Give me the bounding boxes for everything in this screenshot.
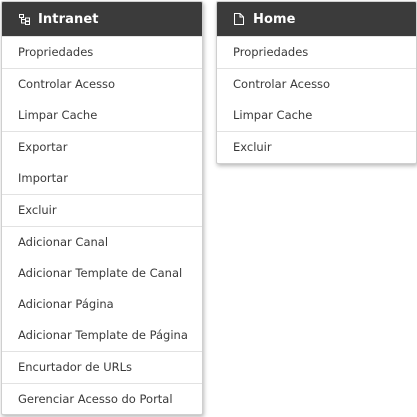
menu-group: Controlar Acesso Limpar Cache bbox=[2, 68, 202, 131]
intranet-context-menu: Intranet Propriedades Controlar Acesso L… bbox=[1, 1, 203, 415]
menu-group: Exportar Importar bbox=[2, 131, 202, 194]
menu-item-adicionar-canal[interactable]: Adicionar Canal bbox=[2, 227, 202, 258]
menu-item-encurtador-urls[interactable]: Encurtador de URLs bbox=[2, 352, 202, 383]
menu-group: Excluir bbox=[217, 131, 416, 163]
menu-group: Adicionar Canal Adicionar Template de Ca… bbox=[2, 226, 202, 351]
menu-item-excluir[interactable]: Excluir bbox=[2, 195, 202, 226]
menu-item-controlar-acesso[interactable]: Controlar Acesso bbox=[217, 69, 416, 100]
menu-group: Gerenciar Acesso do Portal bbox=[2, 383, 202, 414]
menu-item-adicionar-template-canal[interactable]: Adicionar Template de Canal bbox=[2, 258, 202, 289]
home-context-menu: Home Propriedades Controlar Acesso Limpa… bbox=[216, 1, 417, 164]
menu-group: Excluir bbox=[2, 194, 202, 226]
menu-item-importar[interactable]: Importar bbox=[2, 163, 202, 194]
intranet-menu-title: Intranet bbox=[38, 11, 99, 27]
menu-item-gerenciar-acesso-portal[interactable]: Gerenciar Acesso do Portal bbox=[2, 384, 202, 414]
menu-item-propriedades[interactable]: Propriedades bbox=[2, 37, 202, 68]
menu-group: Propriedades bbox=[217, 36, 416, 68]
menu-group: Propriedades bbox=[2, 36, 202, 68]
home-menu-header: Home bbox=[217, 2, 416, 36]
menu-item-controlar-acesso[interactable]: Controlar Acesso bbox=[2, 69, 202, 100]
menu-group: Encurtador de URLs bbox=[2, 351, 202, 383]
intranet-menu-header: Intranet bbox=[2, 2, 202, 36]
menu-item-adicionar-pagina[interactable]: Adicionar Página bbox=[2, 289, 202, 320]
menu-item-exportar[interactable]: Exportar bbox=[2, 132, 202, 163]
menu-group: Controlar Acesso Limpar Cache bbox=[217, 68, 416, 131]
home-menu-title: Home bbox=[253, 11, 296, 27]
menu-item-propriedades[interactable]: Propriedades bbox=[217, 37, 416, 68]
menu-item-limpar-cache[interactable]: Limpar Cache bbox=[217, 100, 416, 131]
menu-item-limpar-cache[interactable]: Limpar Cache bbox=[2, 100, 202, 131]
menu-item-adicionar-template-pagina[interactable]: Adicionar Template de Página bbox=[2, 320, 202, 351]
menu-item-excluir[interactable]: Excluir bbox=[217, 132, 416, 163]
page-icon bbox=[233, 13, 245, 25]
sitemap-icon bbox=[18, 13, 30, 25]
